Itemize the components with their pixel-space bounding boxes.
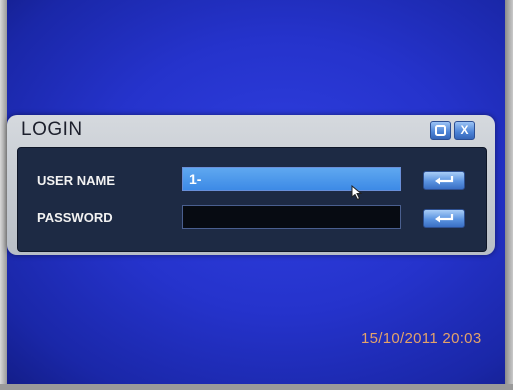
enter-arrow-icon [435, 176, 454, 185]
user-name-field[interactable]: 1- [182, 167, 401, 191]
screen: LOGIN X USER NAME 1- PASSWORD 15/10/2011… [0, 0, 513, 390]
settings-button[interactable] [430, 121, 451, 140]
user-name-enter-button[interactable] [423, 171, 465, 190]
user-name-value: 1- [189, 171, 202, 187]
enter-arrow-icon [435, 214, 454, 223]
login-dialog: LOGIN X USER NAME 1- PASSWORD [7, 115, 495, 255]
close-button[interactable]: X [454, 121, 475, 140]
monitor-bezel-bottom [0, 384, 513, 390]
password-label: PASSWORD [37, 210, 113, 225]
password-field[interactable] [182, 205, 401, 229]
close-icon: X [460, 123, 469, 137]
dialog-title: LOGIN [21, 119, 83, 140]
password-enter-button[interactable] [423, 209, 465, 228]
gear-icon [431, 125, 450, 142]
dialog-titlebar: LOGIN X [7, 115, 495, 145]
mouse-pointer-icon [351, 184, 363, 206]
monitor-bezel-left [0, 0, 7, 390]
login-form: USER NAME 1- PASSWORD [17, 147, 487, 252]
monitor-bezel-right [505, 0, 513, 390]
datetime-display: 15/10/2011 20:03 [361, 330, 482, 347]
user-name-label: USER NAME [37, 173, 116, 188]
